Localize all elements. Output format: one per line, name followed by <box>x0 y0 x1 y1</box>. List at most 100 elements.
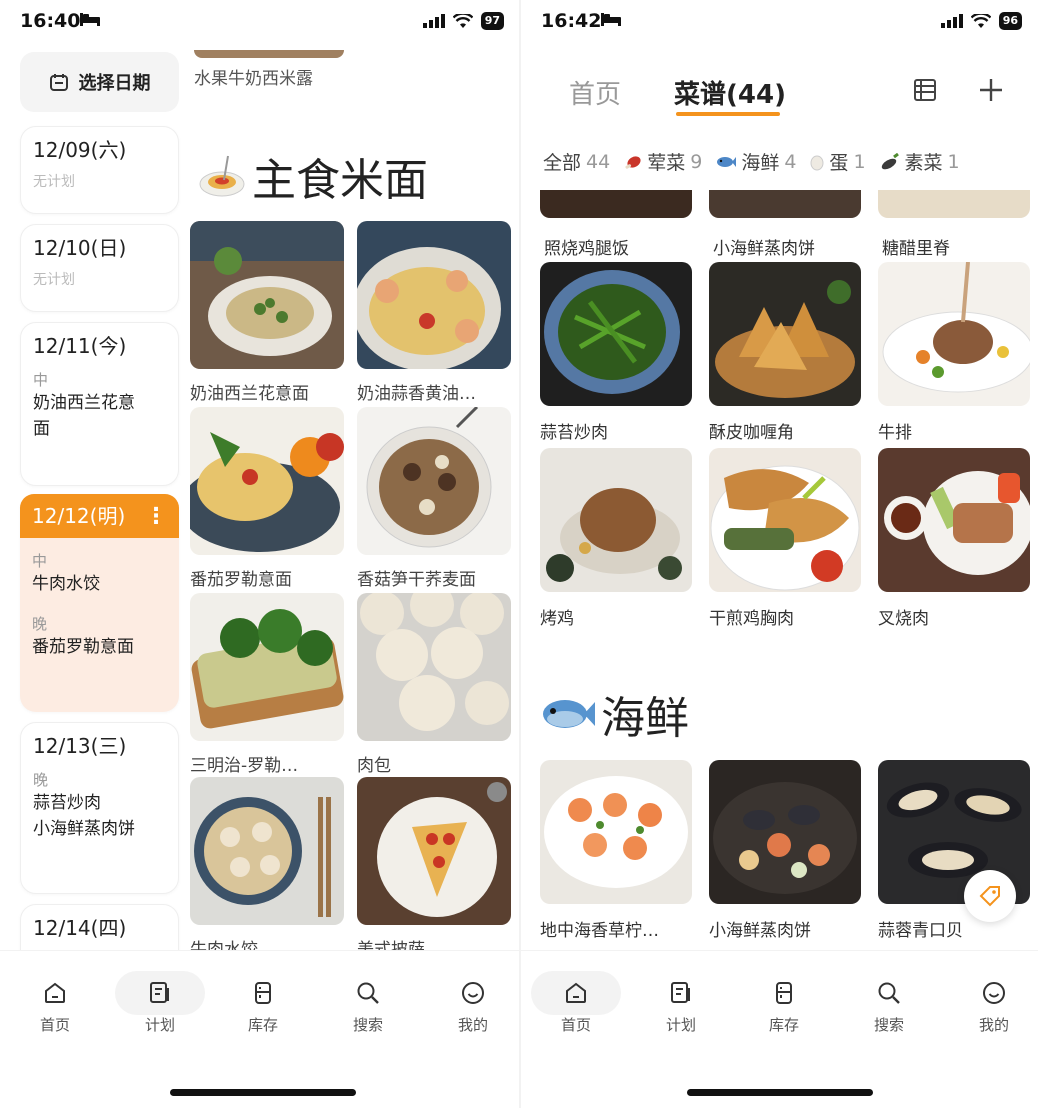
plan-icon <box>671 982 690 1003</box>
meal-tag: 晚 <box>33 771 49 789</box>
chip-label: 全部 <box>543 152 582 174</box>
recipe-card[interactable]: 牛排 <box>878 261 1034 443</box>
day-card[interactable]: 12/09(六) 无计划 <box>20 126 179 214</box>
home-icon <box>566 982 586 1003</box>
recipe-card[interactable]: 奶油蒜香黄油… <box>353 221 511 404</box>
recipe-caption[interactable]: 照烧鸡腿饭 <box>544 234 694 259</box>
chip-veg[interactable]: 素菜 1 <box>880 148 960 175</box>
recipe-card[interactable]: 三明治-罗勒… <box>190 593 344 776</box>
nav-label: 我的 <box>457 1016 488 1034</box>
nav-inventory[interactable]: 库存 <box>739 971 829 1041</box>
nav-label: 搜索 <box>873 1016 904 1034</box>
recipe-photo <box>357 583 511 741</box>
profile-icon <box>983 982 1005 1004</box>
recipe-photo <box>357 405 511 555</box>
chip-all[interactable]: 全部 44 <box>543 148 610 175</box>
egg-icon <box>810 155 824 170</box>
recipe-photo <box>540 262 692 406</box>
status-bar: 16:42 96 <box>521 0 1038 44</box>
tab-active-indicator <box>676 112 780 116</box>
day-date: 12/11(今) <box>33 334 127 358</box>
nav-label: 库存 <box>768 1016 799 1034</box>
nav-search[interactable]: 搜索 <box>323 971 413 1041</box>
recipe-card[interactable]: 小海鲜蒸肉饼 <box>709 760 861 941</box>
recipe-thumb-clipped <box>194 50 344 58</box>
home-indicator <box>170 1089 356 1096</box>
recipe-caption[interactable]: 小海鲜蒸肉饼 <box>713 234 863 259</box>
meal-tag: 中 <box>32 552 48 570</box>
nav-label: 搜索 <box>352 1016 383 1034</box>
add-icon[interactable] <box>977 76 1005 104</box>
signal-icon <box>422 14 445 28</box>
more-options-icon[interactable]: ⋮ <box>145 504 167 529</box>
day-date: 12/13(三) <box>33 734 127 758</box>
recipe-caption: 叉烧肉 <box>878 609 929 629</box>
wifi-icon <box>452 13 473 28</box>
recipe-caption: 酥皮咖喱角 <box>709 423 794 443</box>
chip-label: 荤菜 <box>647 152 686 174</box>
nav-search[interactable]: 搜索 <box>844 971 934 1041</box>
recipe-photo <box>353 221 511 371</box>
recipe-photo <box>709 448 861 592</box>
chip-count: 1 <box>853 150 866 173</box>
chip-label: 海鲜 <box>741 152 780 174</box>
nav-profile[interactable]: 我的 <box>949 971 1038 1041</box>
tab-home[interactable]: 首页 <box>569 74 621 111</box>
recipe-card[interactable]: 番茄罗勒意面 <box>180 407 344 590</box>
recipe-caption: 肉包 <box>357 756 391 776</box>
recipe-photo <box>190 593 344 741</box>
meal-dish: 小海鲜蒸肉饼 <box>33 819 135 839</box>
recipe-caption: 牛排 <box>878 423 912 443</box>
recipe-card[interactable]: 烤鸡 <box>540 448 692 629</box>
nav-home[interactable]: 首页 <box>531 971 621 1041</box>
chip-label: 素菜 <box>904 152 943 174</box>
day-date: 12/12(明) <box>32 504 126 528</box>
meal-dish: 番茄罗勒意面 <box>32 637 134 657</box>
day-card-today[interactable]: 12/11(今) 中 奶油西兰花意 面 <box>20 322 179 486</box>
recipe-card[interactable]: 奶油西兰花意面 <box>190 221 344 404</box>
nav-profile[interactable]: 我的 <box>428 971 518 1041</box>
recipe-photo-clipped <box>878 190 1030 218</box>
recipe-card[interactable]: 美式披萨 <box>357 777 511 960</box>
tab-recipes[interactable]: 菜谱(44) <box>674 74 786 111</box>
tag-filter-button[interactable] <box>964 870 1016 922</box>
chip-count: 44 <box>586 150 611 173</box>
no-plan-label: 无计划 <box>33 272 75 288</box>
tag-icon <box>979 886 1000 907</box>
sleep-icon <box>601 13 621 26</box>
nav-inventory[interactable]: 库存 <box>218 971 308 1041</box>
day-card[interactable]: 12/13(三) 晚 蒜苔炒肉 小海鲜蒸肉饼 <box>20 722 179 894</box>
calendar-icon <box>49 74 68 91</box>
recipe-photo <box>709 262 861 406</box>
nav-plan[interactable]: 计划 <box>636 971 726 1041</box>
status-time: 16:42 <box>541 10 602 32</box>
section-title-text: 主食米面 <box>252 155 428 206</box>
home-icon <box>45 982 65 1003</box>
bottom-nav: 首页 计划 库存 搜索 我的 <box>521 950 1038 1108</box>
recipe-card[interactable]: 地中海香草柠… <box>540 760 692 941</box>
nav-plan[interactable]: 计划 <box>115 971 205 1041</box>
recipe-caption: 干煎鸡胸肉 <box>709 609 794 629</box>
recipe-caption: 蒜苔炒肉 <box>540 423 608 443</box>
plan-screen: 16:40 97 选择日期 12/09(六) 无计划 12/10(日) 无计划 … <box>0 0 520 1108</box>
chip-seafood[interactable]: 海鲜 4 <box>716 148 796 175</box>
recipe-caption[interactable]: 糖醋里脊 <box>882 234 1032 259</box>
list-view-icon[interactable] <box>911 76 939 104</box>
chip-egg[interactable]: 蛋 1 <box>810 148 866 175</box>
recipe-card[interactable]: 香菇笋干荞麦面 <box>357 405 511 590</box>
nav-home[interactable]: 首页 <box>10 971 100 1041</box>
recipe-card[interactable]: 牛肉水饺 <box>190 777 344 960</box>
day-card[interactable]: 12/10(日) 无计划 <box>20 224 179 312</box>
recipe-card[interactable]: 干煎鸡胸肉 <box>709 448 861 629</box>
select-date-button[interactable]: 选择日期 <box>20 52 179 112</box>
recipe-photo <box>540 760 692 904</box>
recipe-card[interactable]: 肉包 <box>357 583 511 776</box>
chip-meat[interactable]: 荤菜 9 <box>624 148 702 175</box>
select-date-label: 选择日期 <box>78 73 151 94</box>
search-icon <box>357 982 379 1004</box>
day-card-tomorrow[interactable]: 12/12(明) ⋮ 中 牛肉水饺 晚 番茄罗勒意面 <box>20 494 179 712</box>
recipe-card[interactable]: 蒜苔炒肉 <box>540 262 692 443</box>
recipe-card[interactable]: 酥皮咖喱角 <box>709 262 861 443</box>
recipe-card[interactable]: 叉烧肉 <box>878 448 1033 629</box>
recipe-caption: 水果牛奶西米露 <box>194 69 313 89</box>
